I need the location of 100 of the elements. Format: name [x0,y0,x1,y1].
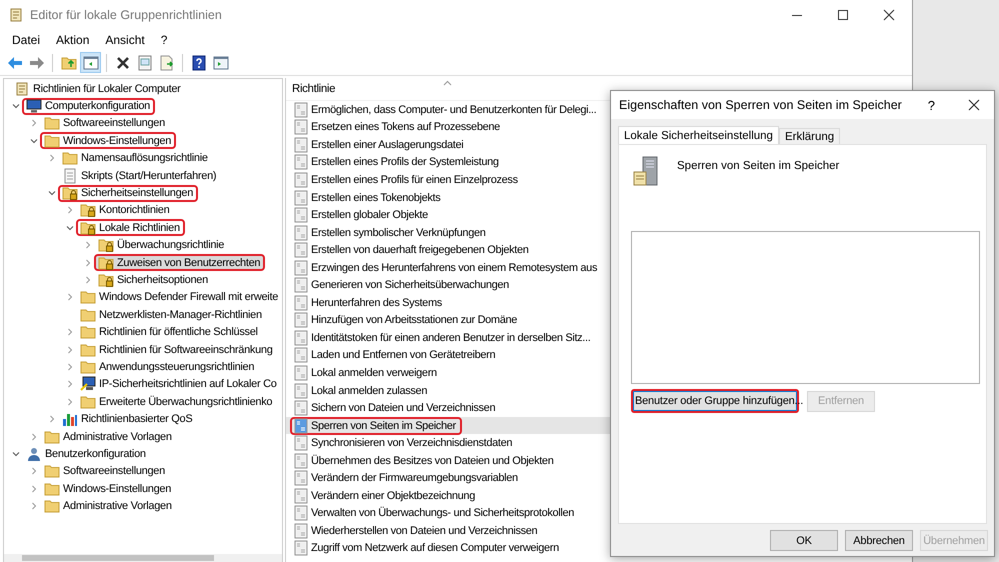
list-item[interactable]: Lokal anmelden verweigern [286,364,912,382]
help-button[interactable]: ? [928,98,935,112]
tree-item[interactable]: Anwendungssteuerungsrichtlinien [76,358,260,376]
tree-item[interactable]: Richtlinien für Lokaler Computer [10,80,186,98]
policy-name: Sperren von Seiten im Speicher [677,160,840,172]
locked-folder-icon [80,220,96,236]
tab[interactable]: Erklärung [778,128,840,144]
list-item[interactable]: Verändern der Firmwareumgebungsvariablen [286,469,912,488]
tree-item[interactable]: Kontorichtlinien [76,202,174,219]
menu-item[interactable]: Aktion [56,33,90,47]
locked-folder-icon [98,272,114,288]
folder-icon [44,428,60,444]
close-icon [114,54,130,70]
tree-item[interactable]: Sicherheitsoptionen [94,271,213,288]
folder-icon [80,342,96,358]
document-icon [293,364,309,381]
tree-item[interactable]: Richtlinienbasierter QoS [58,410,198,428]
tree-item[interactable]: Softwareeinstellungen [40,462,170,480]
document-icon [158,54,174,70]
list-item[interactable]: Generieren von Sicherheitsüberwachungen [286,276,912,294]
close-icon[interactable] [968,99,980,111]
tab[interactable]: Lokale Sicherheitseinstellung [618,126,779,144]
list-item[interactable]: Erstellen eines Tokenobjekts [286,188,912,206]
window-title: Editor für lokale Gruppenrichtlinien [30,8,223,22]
document-icon [293,312,309,328]
tree-item[interactable]: Zuweisen von Benutzerrechten [94,254,266,272]
folder-icon [44,498,60,514]
tree-item[interactable]: Windows Defender Firewall mit erweite [76,288,282,306]
folder-icon [80,394,96,410]
tree-item[interactable]: Richtlinien für öffentliche Schlüssel [76,324,263,341]
tree-item[interactable]: Skripts (Start/Herunterfahren) [58,167,222,184]
tree-item[interactable]: Administrative Vorlagen [40,428,177,445]
list-item[interactable]: Erstellen symbolischer Verknüpfungen [286,224,912,242]
list-item[interactable]: Hinzufügen von Arbeitsstationen zur Domäne [286,312,912,330]
list-item[interactable]: Übernehmen des Besitzes von Dateien und Objekten [286,452,912,470]
document-icon [293,136,309,153]
document-icon [293,540,309,556]
tree-item[interactable]: Sicherheitseinstellungen [58,184,198,202]
document-icon [293,119,309,136]
column-header[interactable]: Richtlinie [292,83,336,95]
document-icon [293,172,309,188]
tree-item[interactable]: IP-Sicherheitsrichtlinien auf Lokaler Co [76,376,282,393]
list-item[interactable]: Herunterfahren des Systems [286,294,912,312]
document-icon [293,452,309,469]
list-item[interactable]: Verwalten von Überwachungs- und Sicherheitsprotokollen [286,504,912,522]
folder-icon [44,132,60,149]
list-item[interactable]: Identitätstoken für einen anderen Benutzer in derselben Sitz... [286,329,912,347]
list-item[interactable]: Synchronisieren von Verzeichnisdienstdaten [286,434,912,452]
list-item[interactable]: Erzwingen des Herunterfahrens von einem Remotesystem aus [286,258,912,276]
panel-icon [82,54,98,70]
tree-item[interactable]: Windows-Einstellungen [40,132,176,150]
document-icon [293,260,309,276]
user-icon [26,446,42,462]
menu-item[interactable]: Datei [12,33,40,47]
button: Entfernen [807,390,875,412]
folder-icon [44,480,60,497]
computer-icon [80,376,96,392]
tree-item[interactable]: Lokale Richtlinien [76,219,185,236]
document-icon [293,435,309,452]
dialog-title: Eigenschaften von Sperren von Seiten im Speicher [619,98,903,112]
document-icon [293,294,309,311]
button[interactable]: OK [770,530,838,551]
menu-item[interactable]: Ansicht [105,33,145,47]
arrow-right-icon [28,54,44,70]
document-icon [293,224,309,241]
list-item[interactable]: Verändern einer Objektbezeichnung [286,487,912,505]
list-item[interactable]: Erstellen von dauerhaft freigegebenen Objekten [286,241,912,259]
menu-item[interactable]: ? [160,33,168,47]
document-icon [293,418,309,434]
folder-icon [80,324,96,340]
list-item[interactable]: Erstellen globaler Objekte [286,206,912,224]
document-icon [293,488,309,504]
locked-folder-icon [98,237,114,254]
document-icon [293,277,309,294]
button[interactable]: Abbrechen [845,530,913,551]
tree-item[interactable]: Computerkonfiguration [22,98,155,115]
tree-item[interactable]: Erweiterte Überwachungsrichtlinienko [76,393,278,410]
list-item[interactable]: Erstellen eines Profils für einen Einzelprozess [286,171,912,189]
tree-toggle-button[interactable] [80,52,101,73]
folder-icon [44,463,60,480]
tree-item[interactable]: Überwachungsrichtlinie [94,236,230,254]
folder-icon [62,150,78,166]
tree-item[interactable]: Netzwerklisten-Manager-Richtlinien [76,306,267,324]
scrollbar[interactable] [4,554,282,562]
tree-item[interactable]: Windows-Einstellungen [40,480,176,498]
tree-item[interactable]: Administrative Vorlagen [40,498,177,515]
document-icon [293,505,309,522]
document-icon [293,242,309,258]
button: Übernehmen [920,530,988,551]
window-icon [212,54,228,70]
tree-item[interactable]: Softwareeinstellungen [40,114,170,132]
document-icon [62,168,78,184]
tree-item[interactable]: Benutzerkonfiguration [22,445,151,462]
tree-item[interactable]: Namensauflösungsrichtlinie [58,150,213,167]
list-item[interactable]: Laden und Entfernen von Gerätetreibern [286,346,912,364]
bar-chart-icon [62,411,78,428]
document-icon [293,154,309,170]
folder-icon [80,358,96,375]
scroll-icon [8,7,24,23]
tree-item[interactable]: Richtlinien für Softwareeinschränkung [76,341,278,358]
